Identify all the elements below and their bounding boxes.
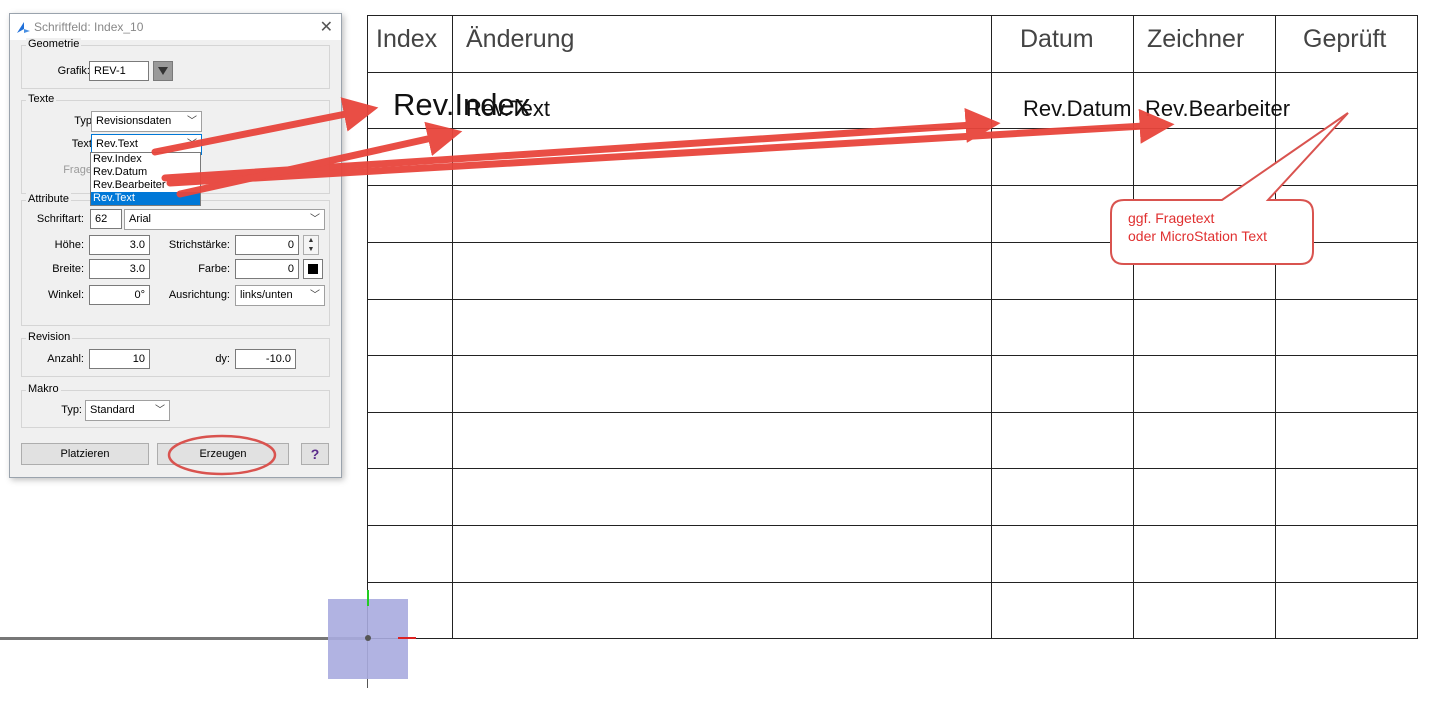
group-label-geometrie: Geometrie: [26, 38, 82, 50]
breite-label: Breite:: [52, 263, 84, 275]
erzeugen-button[interactable]: Erzeugen: [157, 443, 289, 465]
group-makro: Makro Typ: Standard ﹀: [21, 383, 330, 428]
strichstaerke-field[interactable]: 0: [235, 235, 299, 255]
app-logo-icon: [17, 22, 30, 33]
group-label-makro: Makro: [26, 383, 61, 395]
column-header-geprueft: Geprüft: [1303, 25, 1387, 53]
schriftart-combo[interactable]: Arial ﹀: [124, 209, 325, 230]
winkel-label: Winkel:: [47, 289, 84, 301]
group-attribute: Attribute Schriftart: 62 Arial ﹀ Höhe: 3…: [21, 193, 330, 326]
grafik-pick-button[interactable]: [153, 61, 173, 81]
makro-typ-combo[interactable]: Standard ﹀: [85, 400, 170, 421]
placed-text-rev-datum[interactable]: Rev.Datum: [1023, 96, 1131, 122]
dropdown-option-rev-index[interactable]: Rev.Index: [91, 153, 200, 166]
platzieren-button[interactable]: Platzieren: [21, 443, 149, 465]
farbe-field[interactable]: 0: [235, 259, 299, 279]
winkel-field[interactable]: 0°: [89, 285, 150, 305]
chevron-down-icon: ﹀: [187, 116, 197, 127]
chevron-down-icon: ﹀: [155, 405, 165, 416]
dy-field[interactable]: -10.0: [235, 349, 296, 369]
frage-label: Frage:: [63, 164, 95, 176]
schriftfeld-dialog: Schriftfeld: Index_10 ✕ Geometrie Grafik…: [9, 13, 342, 478]
group-label-texte: Texte: [26, 93, 57, 105]
ausrichtung-combo-value: links/unten: [240, 289, 293, 301]
close-icon[interactable]: ✕: [320, 17, 333, 37]
schriftart-label: Schriftart:: [36, 213, 84, 225]
anzahl-field[interactable]: 10: [89, 349, 150, 369]
chevron-down-icon: ﹀: [187, 139, 197, 150]
hoehe-field[interactable]: 3.0: [89, 235, 150, 255]
group-revision: Revision Anzahl: 10 dy: -10.0: [21, 331, 330, 377]
dropdown-option-rev-text[interactable]: Rev.Text: [91, 192, 200, 205]
dy-label: dy:: [215, 353, 230, 365]
typ-combo-value: Revisionsdaten: [96, 115, 172, 127]
chevron-down-icon: ﹀: [310, 214, 320, 225]
grafik-label: Grafik:: [57, 65, 90, 77]
callout-text: ggf. Fragetext oder MicroStation Text: [1128, 209, 1267, 245]
cursor-placement-box: [328, 599, 408, 679]
dropdown-option-rev-datum[interactable]: Rev.Datum: [91, 166, 200, 179]
column-header-index: Index: [376, 25, 438, 53]
makro-typ-combo-value: Standard: [90, 404, 135, 416]
callout-line-2: oder MicroStation Text: [1128, 228, 1268, 244]
typ-combo[interactable]: Revisionsdaten ﹀: [91, 111, 202, 132]
color-picker-button[interactable]: [303, 259, 323, 279]
schriftart-number-field[interactable]: 62: [90, 209, 122, 229]
strichstaerke-label: Strichstärke:: [168, 239, 230, 251]
strichstaerke-spinner[interactable]: ▲ ▼: [303, 235, 319, 255]
ausrichtung-label: Ausrichtung:: [168, 289, 230, 301]
callout-line-1: ggf. Fragetext: [1128, 210, 1215, 226]
dialog-titlebar[interactable]: Schriftfeld: Index_10 ✕: [10, 14, 341, 40]
text-label: Text:: [71, 138, 95, 150]
breite-field[interactable]: 3.0: [89, 259, 150, 279]
spin-up-icon[interactable]: ▲: [304, 236, 318, 245]
schriftart-combo-value: Arial: [129, 213, 152, 225]
dialog-title: Schriftfeld: Index_10: [34, 20, 144, 34]
spin-down-icon[interactable]: ▼: [304, 245, 318, 254]
grafik-field[interactable]: REV-1: [89, 61, 149, 81]
column-header-aenderung: Änderung: [466, 25, 575, 53]
anzahl-label: Anzahl:: [47, 353, 84, 365]
dropdown-option-rev-bearbeiter[interactable]: Rev.Bearbeiter: [91, 179, 200, 192]
text-dropdown-list[interactable]: Rev.Index Rev.Datum Rev.Bearbeiter Rev.T…: [90, 152, 201, 206]
text-combo-value: Rev.Text: [96, 138, 138, 150]
makro-typ-label: Typ:: [61, 404, 82, 416]
help-button[interactable]: ?: [301, 443, 329, 465]
hoehe-label: Höhe:: [54, 239, 84, 251]
column-header-zeichner: Zeichner: [1147, 25, 1245, 53]
placed-text-rev-text[interactable]: Rev.Text: [466, 96, 550, 122]
chevron-down-icon: ﹀: [310, 290, 320, 301]
triangle-down-icon: [158, 67, 168, 75]
group-geometrie: Geometrie Grafik: REV-1: [21, 38, 330, 89]
group-label-attribute: Attribute: [26, 193, 71, 205]
ausrichtung-combo[interactable]: links/unten ﹀: [235, 285, 325, 306]
group-label-revision: Revision: [26, 331, 73, 343]
typ-label: Typ:: [74, 115, 95, 127]
placed-text-rev-bearbeiter[interactable]: Rev.Bearbeiter: [1145, 96, 1290, 122]
column-header-datum: Datum: [1020, 25, 1094, 53]
farbe-label: Farbe:: [198, 263, 230, 275]
